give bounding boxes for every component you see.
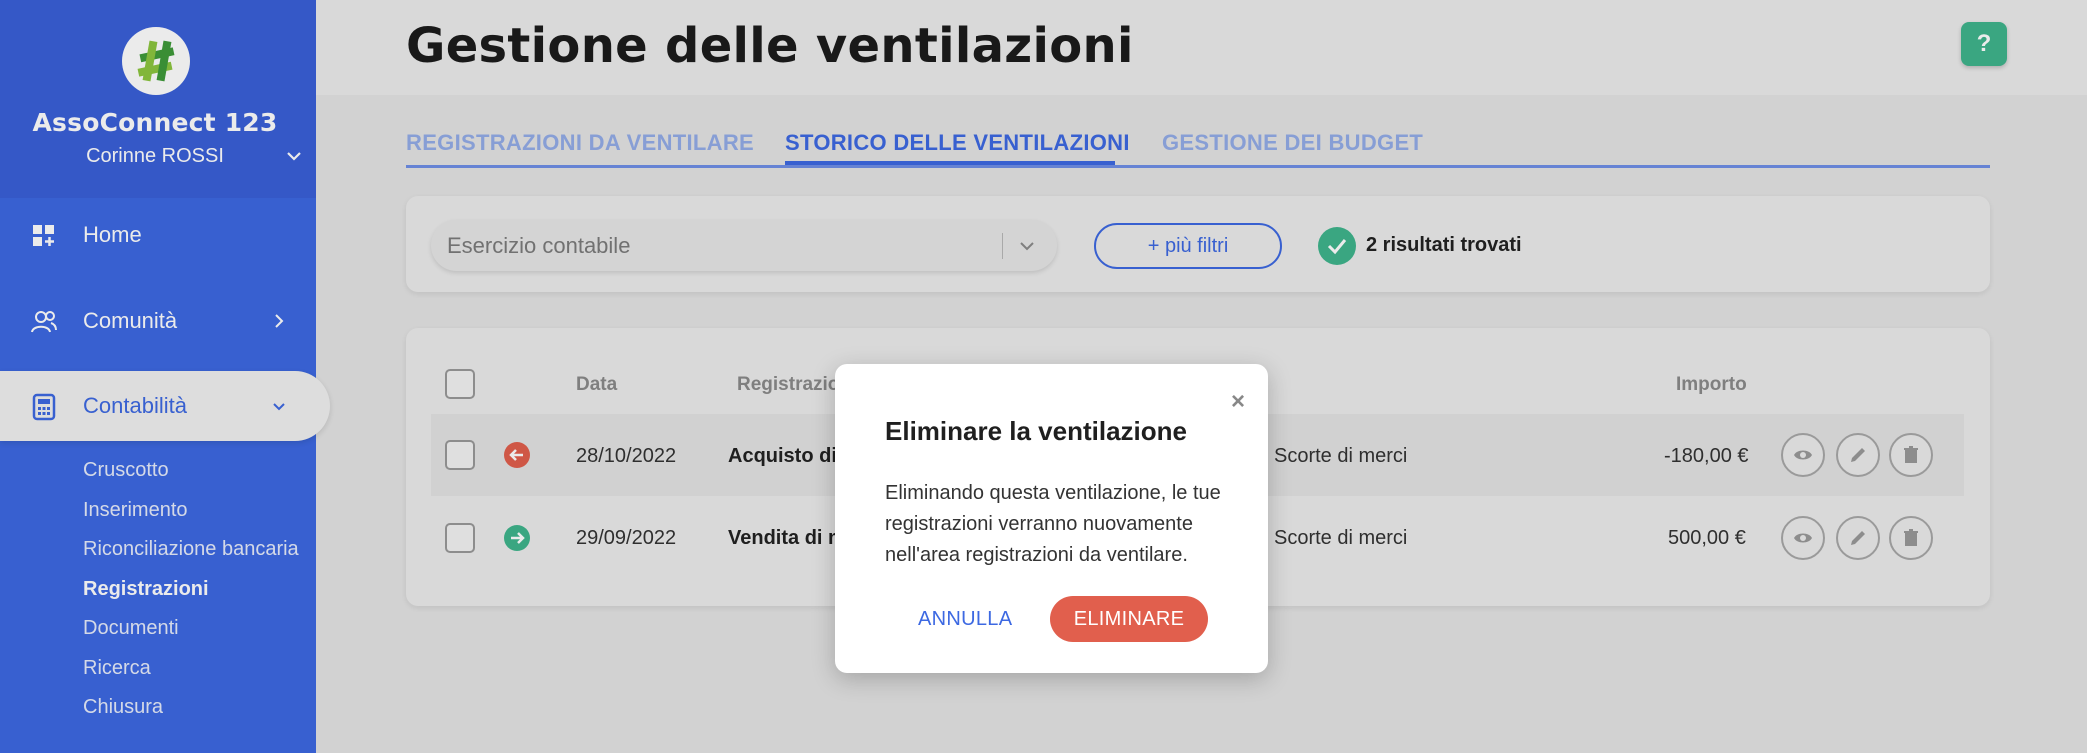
- confirm-delete-button[interactable]: ELIMINARE: [1050, 596, 1208, 642]
- dialog-title: Eliminare la ventilazione: [885, 416, 1187, 446]
- cancel-button[interactable]: ANNULLA: [918, 608, 1012, 631]
- close-icon[interactable]: ×: [1231, 388, 1245, 416]
- dialog-message: Eliminando questa ventilazione, le tue r…: [885, 482, 1221, 566]
